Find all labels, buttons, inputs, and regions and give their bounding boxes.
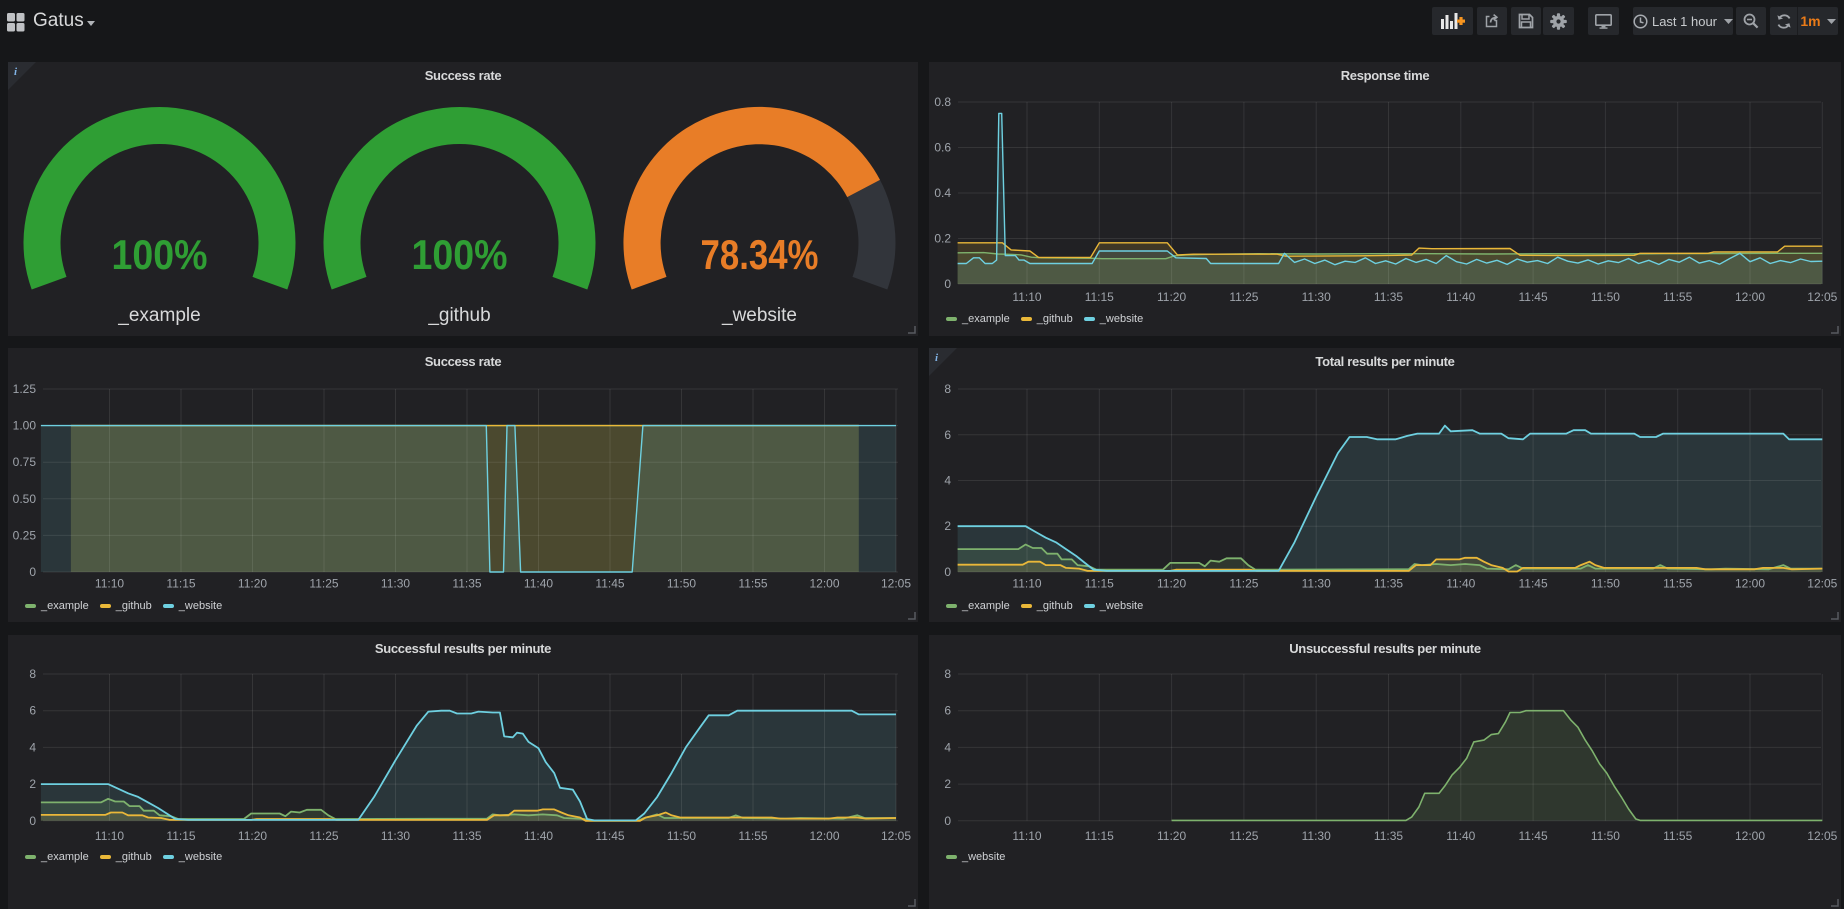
svg-text:0.25: 0.25 <box>13 528 37 542</box>
svg-text:11:20: 11:20 <box>1157 577 1186 591</box>
svg-text:11:20: 11:20 <box>1157 290 1186 304</box>
svg-text:11:25: 11:25 <box>1229 577 1258 591</box>
svg-text:2: 2 <box>29 777 36 791</box>
svg-text:12:00: 12:00 <box>809 829 839 843</box>
svg-text:11:45: 11:45 <box>595 577 624 591</box>
svg-text:12:00: 12:00 <box>1735 290 1765 304</box>
svg-text:11:30: 11:30 <box>1302 577 1331 591</box>
svg-text:11:55: 11:55 <box>1663 577 1692 591</box>
svg-text:11:35: 11:35 <box>1374 290 1403 304</box>
svg-text:6: 6 <box>944 704 951 718</box>
svg-text:11:10: 11:10 <box>1012 829 1041 843</box>
svg-text:11:15: 11:15 <box>1085 829 1114 843</box>
svg-text:6: 6 <box>944 428 951 442</box>
svg-text:11:10: 11:10 <box>95 577 124 591</box>
svg-text:11:45: 11:45 <box>595 829 624 843</box>
svg-text:_website: _website <box>721 305 797 326</box>
svg-text:11:25: 11:25 <box>1229 829 1258 843</box>
svg-text:11:20: 11:20 <box>238 829 267 843</box>
svg-text:0: 0 <box>29 565 36 579</box>
svg-text:11:25: 11:25 <box>1229 290 1258 304</box>
svg-text:11:40: 11:40 <box>1446 577 1475 591</box>
svg-text:0.2: 0.2 <box>934 232 951 246</box>
svg-text:8: 8 <box>29 667 36 681</box>
svg-text:2: 2 <box>944 519 951 533</box>
svg-text:0.4: 0.4 <box>934 186 951 200</box>
svg-text:4: 4 <box>29 740 36 754</box>
svg-text:11:40: 11:40 <box>1446 290 1475 304</box>
svg-text:100%: 100% <box>112 231 208 278</box>
svg-text:11:40: 11:40 <box>524 829 553 843</box>
svg-text:12:00: 12:00 <box>1735 577 1765 591</box>
svg-text:4: 4 <box>944 474 951 488</box>
svg-text:11:50: 11:50 <box>1591 290 1620 304</box>
svg-text:0.50: 0.50 <box>13 492 37 506</box>
svg-text:12:05: 12:05 <box>881 829 911 843</box>
svg-text:11:30: 11:30 <box>381 577 410 591</box>
svg-text:11:45: 11:45 <box>1519 290 1548 304</box>
svg-text:0.6: 0.6 <box>934 141 951 155</box>
svg-text:4: 4 <box>944 740 951 754</box>
svg-text:11:30: 11:30 <box>1302 290 1331 304</box>
svg-text:12:05: 12:05 <box>1807 290 1837 304</box>
svg-text:11:55: 11:55 <box>738 829 767 843</box>
svg-text:11:45: 11:45 <box>1519 829 1548 843</box>
svg-text:0: 0 <box>944 565 951 579</box>
svg-text:11:40: 11:40 <box>524 577 553 591</box>
svg-text:11:25: 11:25 <box>309 577 338 591</box>
svg-text:0.8: 0.8 <box>934 95 951 109</box>
svg-text:11:55: 11:55 <box>1663 290 1692 304</box>
svg-text:8: 8 <box>944 667 951 681</box>
svg-text:11:10: 11:10 <box>95 829 124 843</box>
svg-text:11:55: 11:55 <box>738 577 767 591</box>
svg-text:8: 8 <box>944 382 951 396</box>
svg-text:11:15: 11:15 <box>166 829 195 843</box>
svg-text:11:35: 11:35 <box>452 829 481 843</box>
svg-text:100%: 100% <box>412 231 508 278</box>
svg-text:1.00: 1.00 <box>13 419 37 433</box>
svg-text:_github: _github <box>427 305 490 326</box>
svg-text:78.34%: 78.34% <box>701 231 819 278</box>
svg-text:11:30: 11:30 <box>1302 829 1331 843</box>
svg-text:0: 0 <box>944 814 951 828</box>
svg-text:0.75: 0.75 <box>13 455 37 469</box>
svg-text:11:15: 11:15 <box>1085 577 1114 591</box>
svg-text:11:20: 11:20 <box>1157 829 1186 843</box>
svg-text:11:45: 11:45 <box>1519 577 1548 591</box>
svg-text:11:50: 11:50 <box>667 577 696 591</box>
svg-text:0: 0 <box>29 814 36 828</box>
svg-text:11:10: 11:10 <box>1012 577 1041 591</box>
svg-text:6: 6 <box>29 704 36 718</box>
svg-text:11:30: 11:30 <box>381 829 410 843</box>
svg-text:11:55: 11:55 <box>1663 829 1692 843</box>
svg-text:11:20: 11:20 <box>238 577 267 591</box>
svg-text:11:25: 11:25 <box>309 829 338 843</box>
svg-text:11:15: 11:15 <box>166 577 195 591</box>
svg-text:12:05: 12:05 <box>1807 577 1837 591</box>
svg-text:12:05: 12:05 <box>881 577 911 591</box>
svg-text:0: 0 <box>944 277 951 291</box>
svg-text:11:35: 11:35 <box>1374 577 1403 591</box>
svg-text:_example: _example <box>117 305 200 326</box>
svg-text:11:50: 11:50 <box>667 829 696 843</box>
svg-text:11:40: 11:40 <box>1446 829 1475 843</box>
svg-text:12:00: 12:00 <box>1735 829 1765 843</box>
svg-text:2: 2 <box>944 777 951 791</box>
svg-text:11:35: 11:35 <box>452 577 481 591</box>
svg-text:12:00: 12:00 <box>809 577 839 591</box>
svg-text:11:15: 11:15 <box>1085 290 1114 304</box>
svg-text:11:50: 11:50 <box>1591 829 1620 843</box>
svg-text:11:50: 11:50 <box>1591 577 1620 591</box>
svg-text:11:10: 11:10 <box>1012 290 1041 304</box>
svg-text:11:35: 11:35 <box>1374 829 1403 843</box>
svg-text:1.25: 1.25 <box>13 382 37 396</box>
svg-text:12:05: 12:05 <box>1807 829 1837 843</box>
